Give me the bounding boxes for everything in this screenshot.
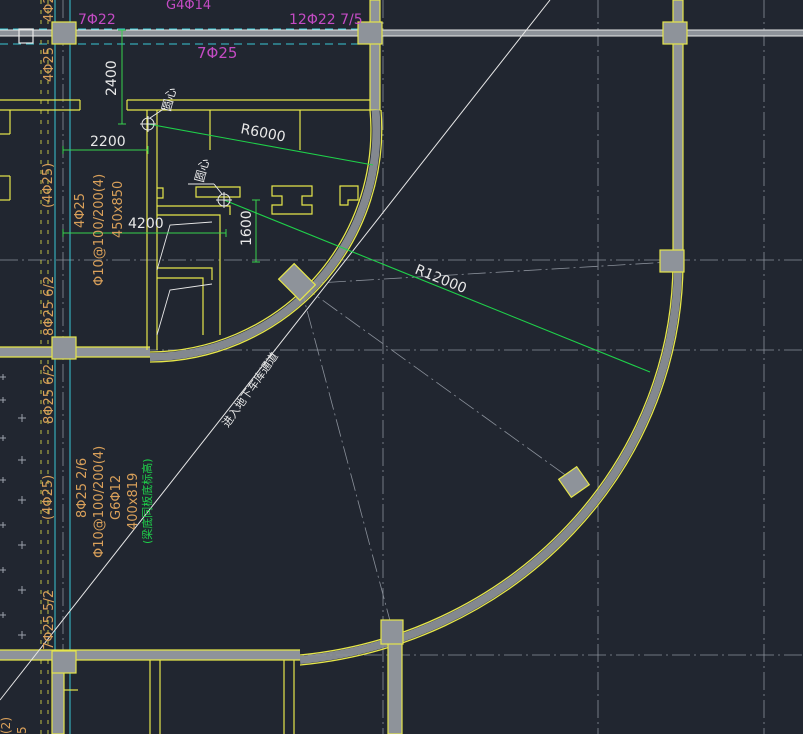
label-lower-note: (梁底同板底标高) bbox=[140, 458, 154, 544]
dim-2200: 2200 bbox=[90, 134, 126, 150]
cad-drawing-canvas[interactable]: 4Φ25 7Φ22 G4Φ14 12Φ22 7/5 7Φ25 4Φ25 2400… bbox=[0, 0, 803, 734]
label-top-g4: G4Φ14 bbox=[166, 0, 211, 13]
label-col-8-25-62b: 8Φ25 6/2 bbox=[42, 364, 57, 424]
label-beam-stirrup: Φ10@100/200(4) bbox=[92, 174, 107, 286]
label-top-7-25: 7Φ25 bbox=[197, 44, 237, 62]
label-top-7-22: 7Φ22 bbox=[78, 12, 116, 28]
label-lower-g6: G6Φ12 bbox=[109, 475, 124, 520]
label-beam-left-paren: (4Φ25) bbox=[41, 163, 56, 208]
label-col-7-25: 7Φ25 5/2 bbox=[42, 590, 57, 650]
label-lower-size: 400x819 bbox=[126, 473, 141, 530]
label-left-4-25: 4Φ25 bbox=[42, 47, 57, 82]
label-lower-stirrup: Φ10@100/200(4) bbox=[92, 446, 107, 558]
label-top-12-22: 12Φ22 7/5 bbox=[289, 12, 363, 28]
label-top-left-rebar: 4Φ25 bbox=[42, 0, 57, 22]
label-beam-4-25: 4Φ25 bbox=[73, 193, 88, 228]
dim-2400: 2400 bbox=[104, 60, 120, 96]
label-bottom-left-2: (2) bbox=[0, 717, 13, 734]
dim-4200: 4200 bbox=[128, 216, 164, 232]
label-col-8-25-62a: 8Φ25 6/2 bbox=[42, 276, 57, 336]
label-beam-size: 450x850 bbox=[111, 181, 126, 238]
label-bottom-left-5: 5 bbox=[15, 726, 29, 734]
dim-1600: 1600 bbox=[239, 210, 255, 246]
label-lower-8-25: 8Φ25 2/6 bbox=[75, 458, 90, 518]
label-lower-paren: (4Φ25) bbox=[41, 475, 56, 520]
